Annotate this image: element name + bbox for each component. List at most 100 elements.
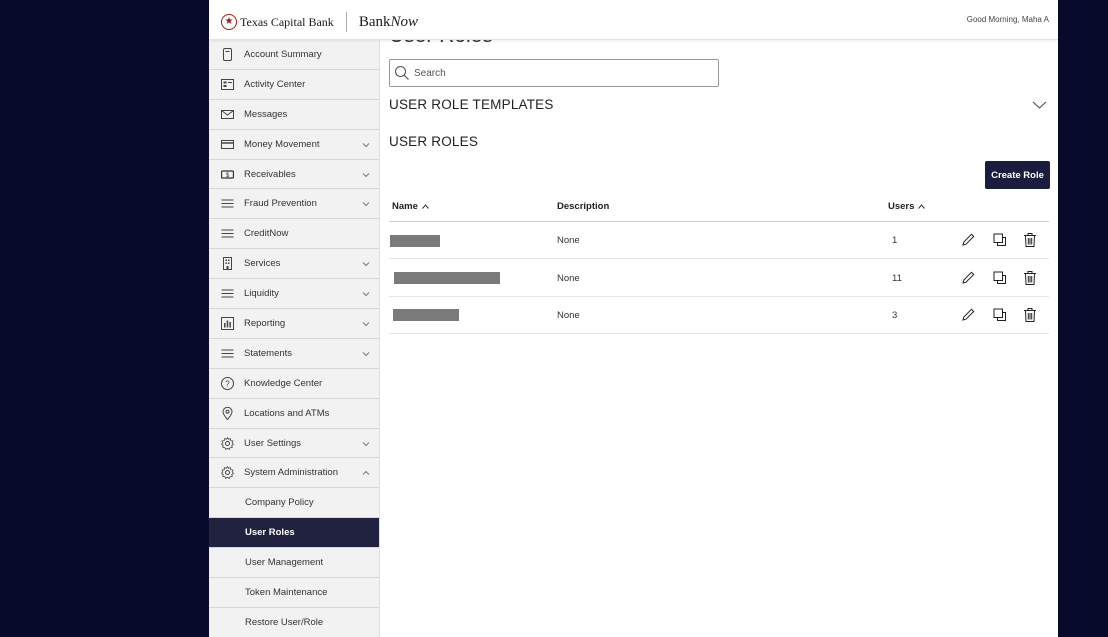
sort-ascending-icon [918, 204, 926, 209]
table-row[interactable]: None 3 [389, 297, 1049, 334]
sort-ascending-icon [421, 204, 429, 209]
sidebar-subitem-user-roles[interactable]: User Roles [209, 518, 379, 549]
sidebar-item-activity-center[interactable]: Activity Center [209, 70, 379, 100]
sidebar-item-label: Knowledge Center [244, 377, 323, 389]
sidebar-item-label: Liquidity [244, 288, 279, 300]
chevron-down-icon [362, 202, 370, 207]
column-header-users[interactable]: Users [888, 201, 926, 212]
svg-text:?: ? [225, 379, 230, 388]
sidebar-item-liquidity[interactable]: Liquidity [209, 279, 379, 310]
table-row[interactable]: None 1 [389, 222, 1049, 259]
redacted-role-name[interactable] [394, 272, 500, 284]
trash-icon[interactable] [1022, 232, 1038, 248]
sidebar-item-label: System Administration [244, 467, 338, 479]
copy-icon[interactable] [992, 307, 1008, 323]
copy-icon[interactable] [992, 270, 1008, 286]
sidebar-item-label: Services [244, 258, 281, 270]
logo-divider [345, 12, 347, 32]
chevron-down-icon [362, 441, 370, 446]
star-icon: ★ [221, 14, 237, 30]
search-box[interactable] [389, 59, 719, 87]
brand-name: Texas Capital Bank [240, 14, 334, 29]
sidebar-item-statements[interactable]: Statements [209, 339, 379, 369]
sidebar-item-label: User Settings [244, 437, 302, 449]
role-description: None [557, 235, 580, 246]
role-user-count: 3 [892, 310, 898, 321]
column-header-label: Description [557, 201, 610, 212]
greeting-text: Good Morning, Maha A [966, 15, 1049, 24]
envelope-icon [221, 108, 234, 121]
sidebar-subitem-user-management[interactable]: User Management [209, 548, 379, 579]
chevron-up-icon [362, 471, 370, 476]
sidebar-subitem-restore-user-role[interactable]: Restore User/Role [209, 608, 379, 637]
chevron-down-icon [362, 262, 370, 267]
chevron-down-icon [362, 142, 370, 147]
app-window: ★ Texas Capital Bank BankNow Good Mornin… [209, 0, 1058, 637]
role-user-count: 11 [892, 273, 902, 284]
account-summary-icon [221, 47, 234, 61]
sidebar-item-label: Account Summary [244, 48, 322, 60]
question-circle-icon: ? [221, 376, 234, 390]
edit-pencil-icon[interactable] [960, 307, 976, 323]
chevron-down-icon [362, 352, 370, 357]
sidebar-subitem-company-policy[interactable]: Company Policy [209, 488, 379, 519]
sidebar-subitem-token-maintenance[interactable]: Token Maintenance [209, 578, 379, 609]
bank-logo[interactable]: ★ Texas Capital Bank BankNow [221, 12, 418, 32]
user-roles-heading: USER ROLES [389, 134, 479, 149]
sidebar-item-creditnow[interactable]: CreditNow [209, 219, 379, 250]
sidebar-item-messages[interactable]: Messages [209, 100, 379, 130]
redacted-role-name[interactable] [390, 235, 440, 247]
search-icon [394, 65, 409, 80]
column-header-description[interactable]: Description [557, 201, 609, 212]
trash-icon[interactable] [1022, 307, 1038, 323]
copy-icon[interactable] [992, 232, 1008, 248]
gear-icon [221, 436, 234, 450]
sidebar-item-account-summary[interactable]: Account Summary [209, 40, 379, 70]
bar-chart-icon [221, 316, 234, 330]
table-row[interactable]: None 11 [389, 260, 1049, 297]
menu-lines-icon [221, 287, 234, 300]
sidebar-nav: Account Summary Activity Center Messages… [209, 40, 380, 637]
sidebar-item-label: Statements [244, 347, 293, 359]
product-name-italic: Now [390, 13, 418, 30]
sidebar-item-label: Receivables [244, 168, 296, 180]
sidebar-item-money-movement[interactable]: Money Movement [209, 130, 379, 160]
menu-lines-icon [221, 347, 234, 360]
dollar-bill-icon: $ [221, 168, 234, 181]
sidebar-item-locations[interactable]: Locations and ATMs [209, 399, 379, 429]
sidebar-item-receivables[interactable]: $ Receivables [209, 160, 379, 190]
sidebar-item-label: Locations and ATMs [244, 407, 330, 419]
role-templates-heading[interactable]: USER ROLE TEMPLATES [389, 97, 554, 112]
sidebar-item-fraud-prevention[interactable]: Fraud Prevention [209, 189, 379, 220]
column-header-name[interactable]: Name [392, 201, 429, 212]
activity-center-icon [221, 78, 234, 91]
menu-lines-icon [221, 197, 234, 210]
sidebar-item-label: Money Movement [244, 138, 320, 150]
create-role-button[interactable]: Create Role [985, 161, 1050, 189]
main-content: User Roles USER ROLE TEMPLATES USER ROLE… [389, 0, 1050, 637]
trash-icon[interactable] [1022, 270, 1038, 286]
sidebar-item-reporting[interactable]: Reporting [209, 309, 379, 339]
sidebar-item-user-settings[interactable]: User Settings [209, 429, 379, 459]
sidebar-item-system-administration[interactable]: System Administration [209, 458, 379, 489]
location-pin-icon [221, 406, 234, 420]
product-name: BankNow [359, 14, 418, 31]
search-input[interactable] [414, 67, 694, 79]
sidebar-item-label: Activity Center [244, 78, 306, 90]
chevron-down-icon [362, 322, 370, 327]
top-header: ★ Texas Capital Bank BankNow Good Mornin… [209, 0, 1058, 40]
role-description: None [557, 273, 580, 284]
column-header-label: Users [888, 201, 915, 212]
chevron-down-icon [362, 292, 370, 297]
sidebar-item-knowledge-center[interactable]: ? Knowledge Center [209, 369, 379, 399]
edit-pencil-icon[interactable] [960, 232, 976, 248]
table-header: Name Description Users [389, 195, 1049, 222]
edit-pencil-icon[interactable] [960, 270, 976, 286]
chevron-down-icon[interactable] [1032, 100, 1047, 110]
sidebar-item-label: Fraud Prevention [244, 198, 317, 210]
redacted-role-name[interactable] [393, 309, 459, 321]
building-icon [221, 257, 234, 271]
sidebar-item-services[interactable]: Services [209, 249, 379, 280]
chevron-down-icon [362, 172, 370, 177]
gear-icon [221, 466, 234, 480]
